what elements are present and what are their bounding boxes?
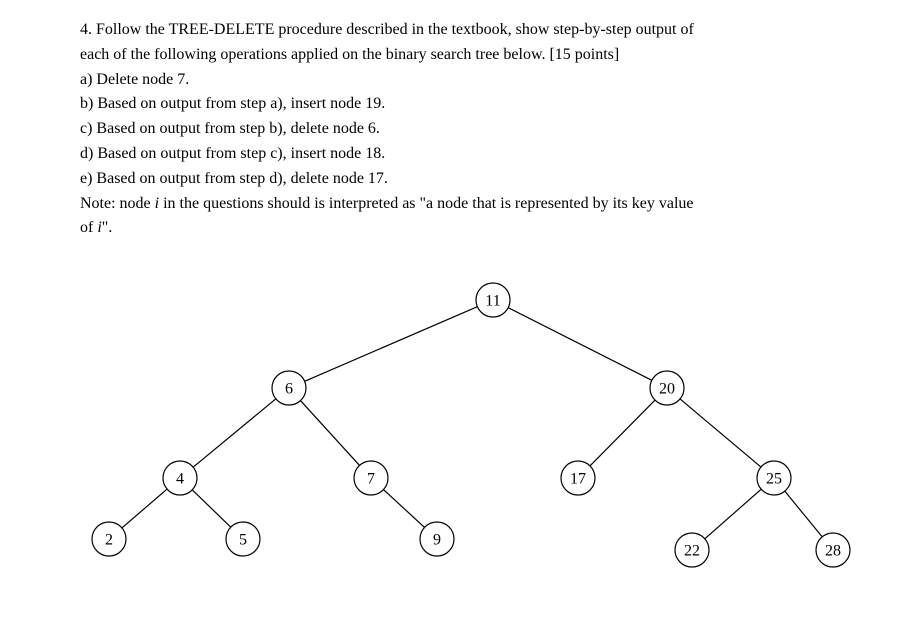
tree-node-20: 20 <box>650 371 684 405</box>
tree-edge <box>508 308 652 381</box>
tree-edge <box>192 490 231 527</box>
question-note-line2: of i". <box>80 216 836 241</box>
tree-node-label: 20 <box>659 381 675 398</box>
tree-edge <box>785 491 822 537</box>
question-text-block: 4. Follow the TREE-DELETE procedure desc… <box>80 18 836 241</box>
tree-edge <box>193 399 276 467</box>
tree-node-7: 7 <box>354 461 388 495</box>
question-item-e: e) Based on output from step d), delete … <box>80 167 836 192</box>
tree-edge <box>122 489 167 528</box>
tree-node-25: 25 <box>757 461 791 495</box>
question-item-c: c) Based on output from step b), delete … <box>80 117 836 142</box>
tree-node-28: 28 <box>816 533 850 567</box>
tree-node-4: 4 <box>163 461 197 495</box>
tree-node-22: 22 <box>675 533 709 567</box>
tree-node-label: 4 <box>176 471 184 488</box>
tree-node-label: 2 <box>105 532 113 549</box>
tree-node-label: 7 <box>367 471 375 488</box>
tree-node-label: 9 <box>433 532 441 549</box>
tree-node-6: 6 <box>272 371 306 405</box>
tree-edge <box>590 400 655 466</box>
tree-node-label: 22 <box>684 543 700 560</box>
tree-edge <box>300 401 359 466</box>
tree-node-11: 11 <box>476 283 510 317</box>
note-line2-pre: of <box>80 219 97 236</box>
tree-node-label: 28 <box>825 543 841 560</box>
note-pre: Note: node <box>80 195 155 212</box>
question-item-a: a) Delete node 7. <box>80 68 836 93</box>
tree-node-label: 6 <box>285 381 293 398</box>
tree-node-9: 9 <box>420 522 454 556</box>
tree-edge <box>705 489 761 539</box>
tree-node-label: 25 <box>766 471 782 488</box>
tree-node-2: 2 <box>92 522 126 556</box>
tree-node-label: 11 <box>485 293 500 310</box>
question-item-b: b) Based on output from step a), insert … <box>80 92 836 117</box>
tree-edge <box>680 399 761 467</box>
tree-node-5: 5 <box>226 522 260 556</box>
tree-node-label: 17 <box>570 471 586 488</box>
tree-edge <box>305 307 478 382</box>
tree-edge <box>383 490 424 528</box>
note-line2-post: ". <box>102 219 113 236</box>
question-item-d: d) Based on output from step c), insert … <box>80 142 836 167</box>
tree-node-label: 5 <box>239 532 247 549</box>
note-mid: in the questions should is interpreted a… <box>159 195 693 212</box>
tree-svg: 116204717252592228 <box>0 260 916 624</box>
tree-node-17: 17 <box>561 461 595 495</box>
question-note-line1: Note: node i in the questions should is … <box>80 192 836 217</box>
question-intro-line2: each of the following operations applied… <box>80 43 836 68</box>
question-intro-line1: 4. Follow the TREE-DELETE procedure desc… <box>80 18 836 43</box>
binary-search-tree-diagram: 116204717252592228 <box>0 260 916 624</box>
